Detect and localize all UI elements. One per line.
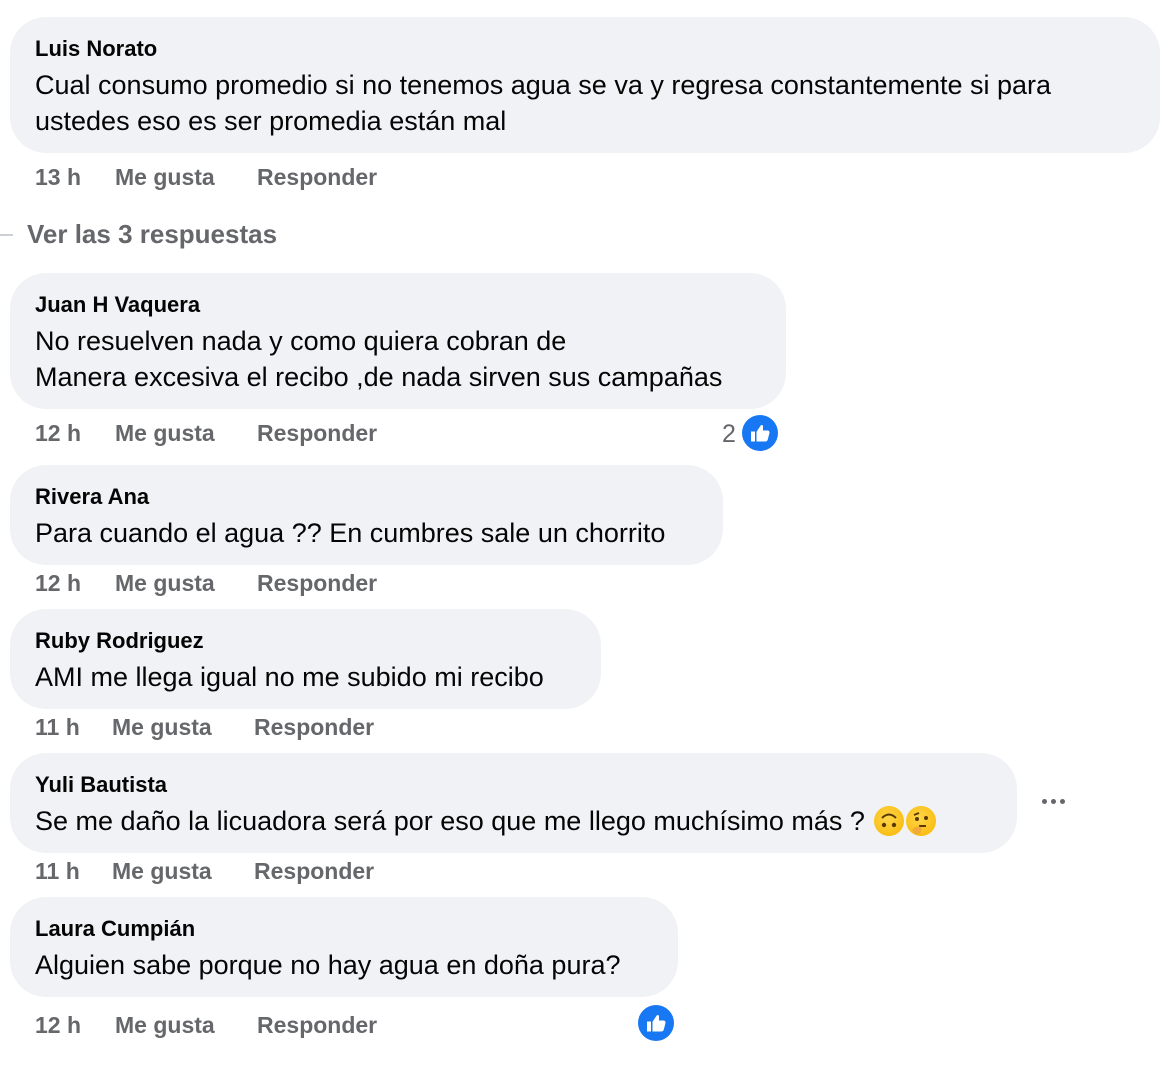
comment-bubble: Rivera Ana Para cuando el agua ?? En cum… (10, 465, 723, 565)
like-link[interactable]: Me gusta (115, 418, 215, 448)
comment-author[interactable]: Laura Cumpián (35, 916, 654, 942)
comment-time[interactable]: 11 h (35, 856, 80, 886)
comment-author[interactable]: Yuli Bautista (35, 772, 993, 798)
view-replies-label: Ver las 3 respuestas (27, 219, 278, 249)
comment-bubble: Yuli Bautista Se me daño la licuadora se… (10, 753, 1017, 853)
comment-text: Se me daño la licuadora será por eso que… (35, 803, 993, 839)
comment-text-content: Se me daño la licuadora será por eso que… (35, 806, 865, 836)
comment-time[interactable]: 12 h (35, 1010, 81, 1040)
like-link[interactable]: Me gusta (115, 162, 215, 192)
comment-author[interactable]: Ruby Rodriguez (35, 628, 577, 654)
comment-author[interactable]: Luis Norato (35, 36, 1136, 62)
like-link[interactable]: Me gusta (112, 856, 212, 886)
reply-link[interactable]: Responder (257, 568, 377, 598)
comment-bubble: Luis Norato Cual consumo promedio si no … (10, 17, 1160, 153)
comment-time[interactable]: 12 h (35, 568, 81, 598)
thread-line (0, 234, 13, 236)
comment-text: AMI me llega igual no me subido mi recib… (35, 662, 544, 692)
comment-time[interactable]: 11 h (35, 712, 80, 742)
comment-text: Cual consumo promedio si no tenemos agua… (35, 70, 1052, 136)
comment-text: Para cuando el agua ?? En cumbres sale u… (35, 518, 666, 548)
comment-bubble: Juan H Vaquera No resuelven nada y como … (10, 273, 786, 409)
comment-text: Alguien sabe porque no hay agua en doña … (35, 950, 621, 980)
ellipsis-icon[interactable] (1036, 788, 1072, 816)
reply-link[interactable]: Responder (257, 162, 377, 192)
like-link[interactable]: Me gusta (115, 1010, 215, 1040)
comment-bubble: Laura Cumpián Alguien sabe porque no hay… (10, 897, 678, 997)
like-reaction-icon[interactable] (742, 415, 778, 451)
comment-author[interactable]: Rivera Ana (35, 484, 699, 510)
like-link[interactable]: Me gusta (115, 568, 215, 598)
reply-link[interactable]: Responder (257, 418, 377, 448)
reply-link[interactable]: Responder (257, 1010, 377, 1040)
like-reaction-icon[interactable] (638, 1005, 674, 1041)
upside-down-face-emoji-icon (874, 806, 905, 836)
reaction-count[interactable]: 2 (722, 419, 736, 449)
comment-author[interactable]: Juan H Vaquera (35, 292, 762, 318)
thinking-face-emoji-icon (906, 806, 937, 836)
comment-time[interactable]: 12 h (35, 418, 81, 448)
comment-time[interactable]: 13 h (35, 162, 81, 192)
comment-text: No resuelven nada y como quiera cobran d… (35, 326, 723, 392)
reply-link[interactable]: Responder (254, 712, 374, 742)
reply-link[interactable]: Responder (254, 856, 374, 886)
like-link[interactable]: Me gusta (112, 712, 212, 742)
comment-bubble: Ruby Rodriguez AMI me llega igual no me … (10, 609, 601, 709)
